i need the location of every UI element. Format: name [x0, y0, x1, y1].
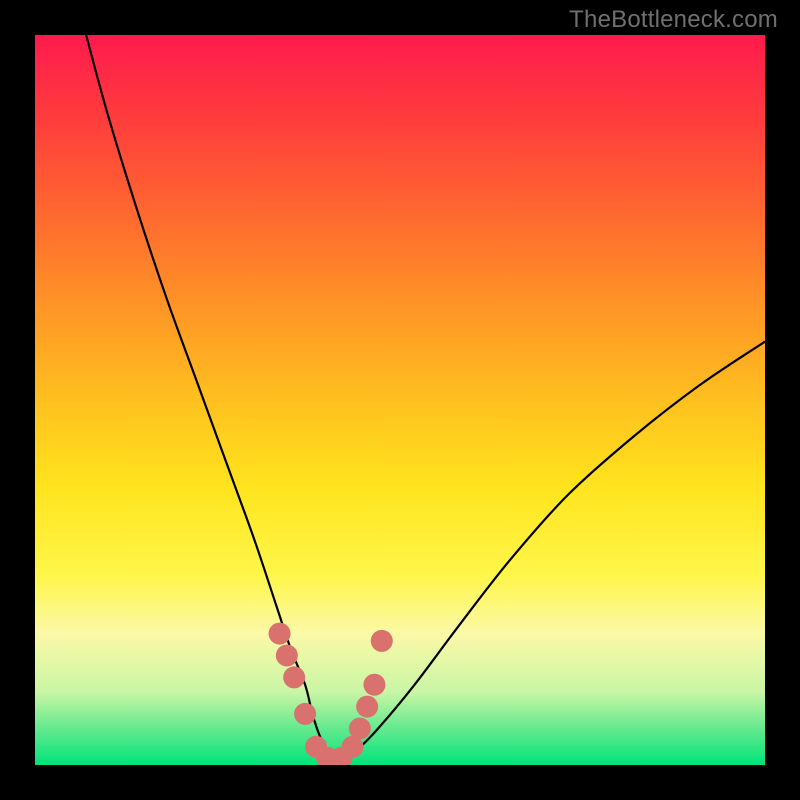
marker-dot	[283, 666, 305, 688]
marker-dot	[269, 623, 291, 645]
watermark-text: TheBottleneck.com	[569, 6, 778, 34]
bottleneck-markers	[269, 623, 393, 765]
marker-dot	[371, 630, 393, 652]
bottleneck-curve	[86, 35, 765, 759]
plot-area	[35, 35, 765, 765]
marker-dot	[294, 703, 316, 725]
marker-dot	[349, 718, 371, 740]
marker-dot	[356, 696, 378, 718]
curve-path	[86, 35, 765, 759]
marker-dot	[363, 674, 385, 696]
bottleneck-chart-svg	[35, 35, 765, 765]
chart-container: TheBottleneck.com	[0, 0, 800, 800]
marker-dot	[276, 645, 298, 667]
